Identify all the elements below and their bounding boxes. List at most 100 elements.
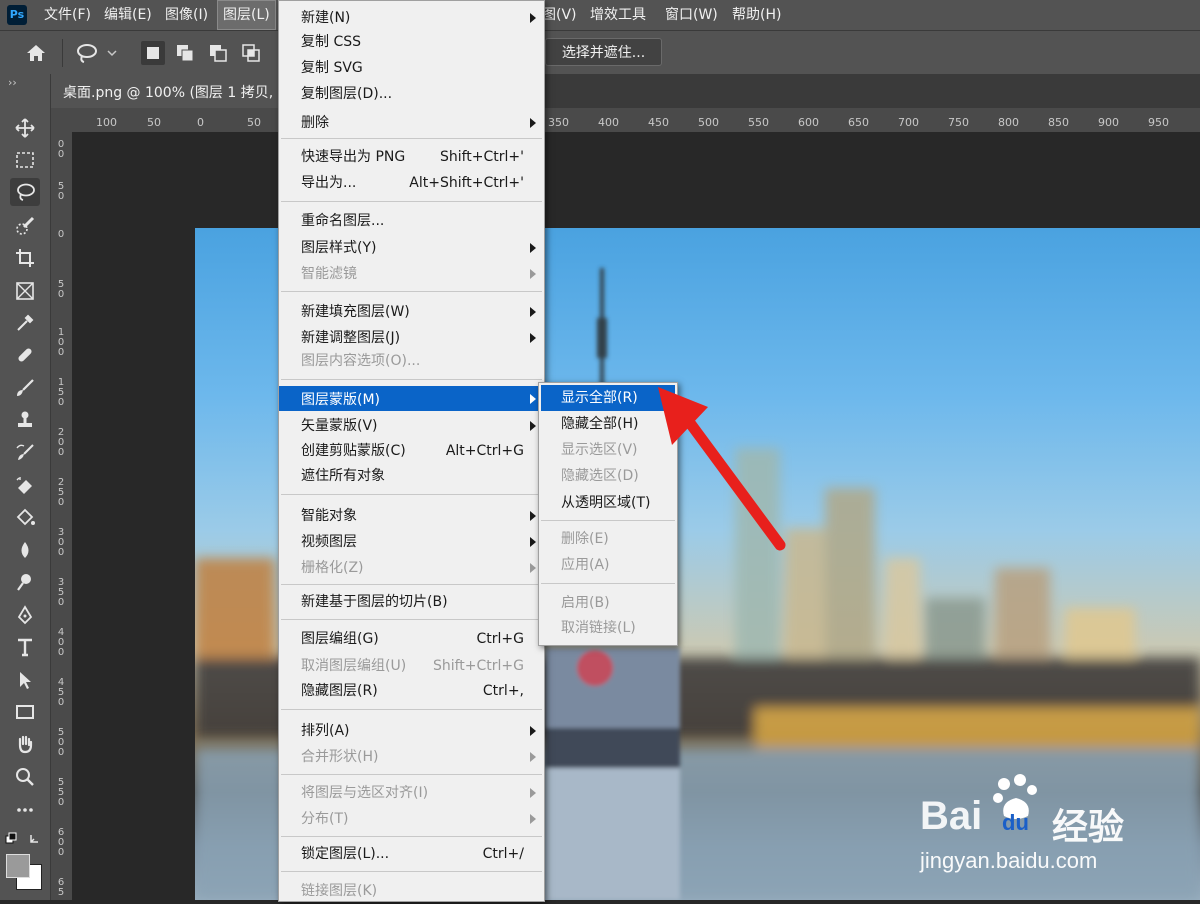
more-tools-icon[interactable]	[10, 796, 40, 824]
menu-item-copy-css[interactable]: 复制 CSS	[279, 29, 544, 55]
menu-item-duplicate-layer[interactable]: 复制图层(D)...	[279, 81, 544, 107]
menu-image[interactable]: 图像(I)	[165, 0, 208, 30]
ruler-label: 4 5 0	[57, 677, 65, 708]
menu-plugins[interactable]: 增效工具	[590, 0, 646, 30]
lasso-tool-icon[interactable]	[10, 178, 40, 206]
menu-item-layer-style[interactable]: 图层样式(Y)	[279, 235, 544, 261]
submenu-item-unlink: 取消链接(L)	[561, 620, 636, 636]
eyedropper-tool-icon[interactable]	[10, 309, 40, 337]
menu-item-rename-layer[interactable]: 重命名图层...	[279, 208, 544, 234]
submenu-arrow-icon	[530, 726, 536, 736]
menu-help[interactable]: 帮助(H)	[732, 0, 781, 30]
eraser-tool-icon[interactable]	[10, 471, 40, 499]
menu-separator	[281, 138, 542, 139]
menu-item-delete[interactable]: 删除	[279, 110, 544, 136]
menu-item-new-fill-layer[interactable]: 新建填充图层(W)	[279, 299, 544, 325]
add-selection-icon[interactable]	[173, 41, 197, 65]
new-selection-icon[interactable]	[141, 41, 165, 65]
menu-item-smart-object[interactable]: 智能对象	[279, 503, 544, 529]
menu-item-group-layers[interactable]: 图层编组(G) Ctrl+G	[279, 626, 544, 652]
clone-stamp-tool-icon[interactable]	[10, 406, 40, 434]
menu-item-hide-layers[interactable]: 隐藏图层(R) Ctrl+,	[279, 678, 544, 704]
menu-item-copy-svg[interactable]: 复制 SVG	[279, 55, 544, 81]
photoshop-logo: Ps	[7, 5, 27, 25]
menu-item-link-layers: 链接图层(K)	[301, 883, 378, 899]
annotation-arrow-icon	[650, 385, 790, 555]
pen-tool-icon[interactable]	[10, 601, 40, 629]
ruler-label: 0	[57, 229, 65, 240]
subtract-selection-icon[interactable]	[206, 41, 230, 65]
ruler-label: 2 0 0	[57, 427, 65, 458]
collapse-icon[interactable]: ››	[8, 76, 17, 89]
dodge-tool-icon[interactable]	[10, 568, 40, 596]
ruler-label: 400	[598, 116, 619, 129]
menu-separator	[281, 871, 542, 872]
zoom-tool-icon[interactable]	[10, 763, 40, 791]
submenu-arrow-icon	[530, 243, 536, 253]
type-tool-icon[interactable]	[10, 633, 40, 661]
watermark-brand-cn: 经验	[1052, 807, 1125, 848]
frame-tool-icon[interactable]	[10, 277, 40, 305]
rectangle-tool-icon[interactable]	[10, 698, 40, 726]
blur-tool-icon[interactable]	[10, 536, 40, 564]
submenu-arrow-icon	[530, 788, 536, 798]
intersect-selection-icon[interactable]	[239, 41, 263, 65]
menu-separator	[281, 709, 542, 710]
submenu-arrow-icon	[530, 511, 536, 521]
crop-tool-icon[interactable]	[10, 244, 40, 272]
menu-item-export-as[interactable]: 导出为... Alt+Shift+Ctrl+'	[279, 170, 544, 196]
submenu-arrow-icon	[530, 269, 536, 279]
submenu-arrow-icon	[530, 421, 536, 431]
menu-window[interactable]: 窗口(W)	[665, 0, 718, 30]
ruler-label: 4 0 0	[57, 627, 65, 658]
menu-item-distribute: 分布(T)	[279, 806, 544, 832]
ruler-label: 6 5	[57, 877, 65, 898]
quick-selection-tool-icon[interactable]	[10, 212, 40, 240]
lasso-preset-icon[interactable]	[74, 41, 122, 65]
menu-item-layer-mask[interactable]: 图层蒙版(M)	[279, 386, 544, 411]
menu-separator	[281, 774, 542, 775]
menu-item-new[interactable]: 新建(N)	[279, 5, 544, 31]
path-selection-tool-icon[interactable]	[10, 666, 40, 694]
home-icon[interactable]	[24, 41, 48, 65]
watermark-url: jingyan.baidu.com	[920, 848, 1098, 873]
hand-tool-icon[interactable]	[10, 730, 40, 758]
watermark-brand-left: Bai	[920, 794, 983, 838]
menu-item-quick-export[interactable]: 快速导出为 PNG Shift+Ctrl+'	[279, 144, 544, 170]
menu-item-video-layer[interactable]: 视频图层	[279, 529, 544, 555]
menu-item-create-clipping-mask[interactable]: 创建剪贴蒙版(C) Alt+Ctrl+G	[279, 438, 544, 464]
menu-item-lock-layers[interactable]: 锁定图层(L)... Ctrl+/	[279, 841, 544, 867]
menu-edit[interactable]: 编辑(E)	[104, 0, 152, 30]
menu-separator	[281, 291, 542, 292]
brush-tool-icon[interactable]	[10, 374, 40, 402]
document-tab-active[interactable]: 桌面.png @ 100% (图层 1 拷贝, R	[51, 74, 291, 108]
marquee-tool-icon[interactable]	[10, 146, 40, 174]
foreground-color-swatch[interactable]	[6, 854, 30, 878]
menu-item-arrange[interactable]: 排列(A)	[279, 718, 544, 744]
menu-file[interactable]: 文件(F)	[44, 0, 91, 30]
select-and-mask-button[interactable]: 选择并遮住...	[545, 38, 662, 66]
menu-item-new-layer-based-slice[interactable]: 新建基于图层的切片(B)	[279, 589, 544, 615]
menu-separator	[541, 583, 675, 584]
ruler-label: 2 5 0	[57, 477, 65, 508]
swap-colors-icon[interactable]	[5, 832, 45, 848]
layer-menu: 新建(N) 复制 CSS 复制 SVG 复制图层(D)... 删除 快速导出为 …	[278, 0, 545, 902]
menu-item-rasterize: 栅格化(Z)	[279, 555, 544, 581]
history-brush-tool-icon[interactable]	[10, 439, 40, 467]
ruler-label: 3 5 0	[57, 577, 65, 608]
menu-separator	[281, 619, 542, 620]
ruler-label: 900	[1098, 116, 1119, 129]
ruler-label: 3 0 0	[57, 527, 65, 558]
move-tool-icon[interactable]	[10, 114, 40, 142]
paint-bucket-tool-icon[interactable]	[10, 504, 40, 532]
ruler-label: 700	[898, 116, 919, 129]
menu-item-vector-mask[interactable]: 矢量蒙版(V)	[279, 413, 544, 439]
menu-separator	[281, 584, 542, 585]
healing-brush-tool-icon[interactable]	[10, 341, 40, 369]
menu-item-mask-all-objects[interactable]: 遮住所有对象	[279, 463, 544, 489]
submenu-arrow-icon	[530, 307, 536, 317]
submenu-arrow-icon	[530, 394, 536, 404]
menu-view[interactable]: 图(V)	[542, 0, 577, 30]
submenu-item-apply: 应用(A)	[561, 557, 610, 573]
menu-layer[interactable]: 图层(L)	[217, 0, 276, 30]
